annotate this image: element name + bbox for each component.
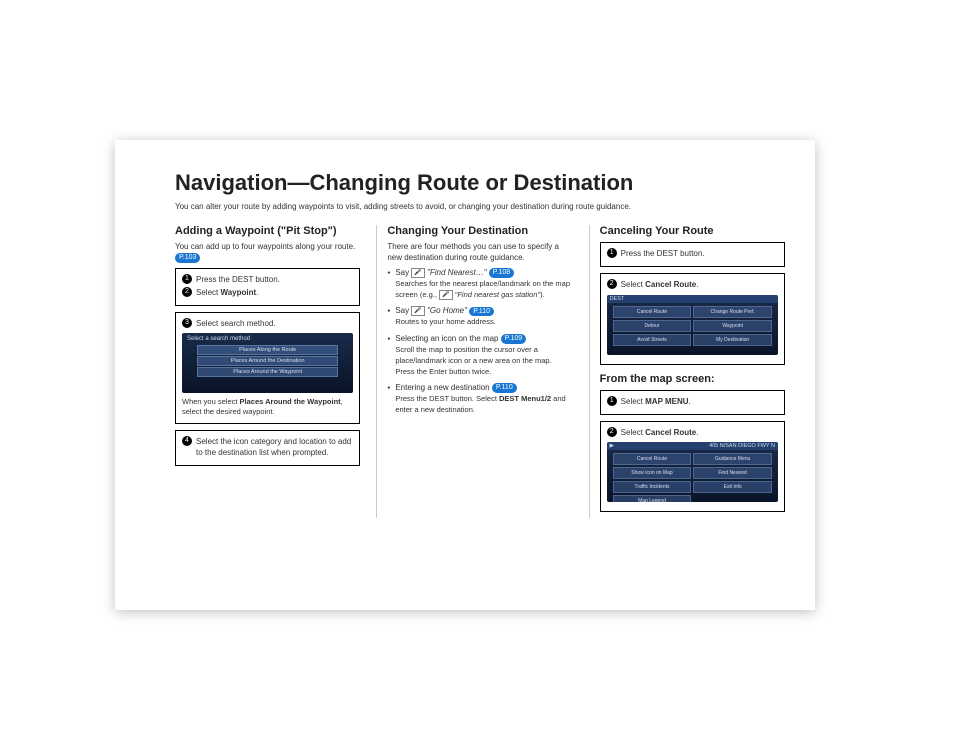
column-destination: Changing Your Destination There are four… (376, 225, 572, 518)
page-content: Navigation—Changing Route or Destination… (115, 140, 815, 610)
list-item: Selecting an icon on the map P.109 Scrol… (387, 334, 572, 377)
voice-icon: 🎤 (439, 290, 452, 300)
heading-cancel: Canceling Your Route (600, 225, 785, 238)
step-number-icon: 4 (182, 436, 192, 446)
step-item: 2 Select Waypoint. (182, 287, 353, 298)
column-cancel: Canceling Your Route 1 Press the DEST bu… (589, 225, 785, 518)
step-text: Select the icon category and location to… (196, 436, 353, 458)
step-text: Press the DEST button. (196, 274, 280, 285)
screenshot-header: DEST (607, 295, 778, 303)
step-number-icon: 1 (607, 248, 617, 258)
screenshot-header: ▶405 N/SAN DIEGO FWY N (607, 442, 778, 450)
step-box: 1 Press the DEST button. 2 Select Waypoi… (175, 268, 360, 306)
screenshot-cell: Traffic Incidents (613, 481, 692, 493)
screenshot-button: Places Around the Waypoint (197, 367, 338, 377)
step-item: 4 Select the icon category and location … (182, 436, 353, 458)
page-title: Navigation—Changing Route or Destination (175, 170, 785, 196)
step-box: 3 Select search method. Select a search … (175, 312, 360, 423)
nav-screenshot: DEST Cancel Route Change Route Pref. Det… (607, 295, 778, 355)
voice-icon: 🎤 (411, 306, 424, 316)
step-item: 3 Select search method. (182, 318, 353, 329)
step-number-icon: 1 (607, 396, 617, 406)
step-number-icon: 2 (607, 279, 617, 289)
step-item: 1 Select MAP MENU. (607, 396, 778, 407)
bullet-list: Say 🎤 "Find Nearest…" P.108 Searches for… (387, 268, 572, 416)
screenshot-button: Places Along the Route (197, 345, 338, 355)
step-text: Select search method. (196, 318, 276, 329)
heading-waypoint: Adding a Waypoint ("Pit Stop") (175, 225, 360, 238)
step-item: 2 Select Cancel Route. (607, 427, 778, 438)
voice-icon: 🎤 (411, 268, 424, 278)
page-ref-pill[interactable]: P.108 (489, 268, 514, 277)
screenshot-cell: Exit Info (693, 481, 772, 493)
page-ref-pill[interactable]: P.110 (492, 383, 517, 392)
intro-text: You can alter your route by adding waypo… (175, 202, 785, 211)
screenshot-cell: Waypoint (693, 320, 772, 332)
step-item: 1 Press the DEST button. (182, 274, 353, 285)
heading-from-map: From the map screen: (600, 373, 785, 386)
page-ref-pill[interactable]: P.110 (469, 307, 494, 316)
step-text: Select Cancel Route. (621, 279, 699, 290)
step-text: Select Cancel Route. (621, 427, 699, 438)
list-item: Entering a new destination P.110 Press t… (387, 383, 572, 415)
nav-screenshot: ▶405 N/SAN DIEGO FWY N Cancel Route Guid… (607, 442, 778, 502)
step-text: Press the DEST button. (621, 248, 705, 259)
screenshot-cell: Map Legend (613, 495, 692, 502)
step-box: 2 Select Cancel Route. ▶405 N/SAN DIEGO … (600, 421, 785, 512)
step-box: 1 Press the DEST button. (600, 242, 785, 267)
list-item: Say 🎤 "Find Nearest…" P.108 Searches for… (387, 268, 572, 301)
screenshot-cell: Change Route Pref. (693, 306, 772, 318)
step-box: 2 Select Cancel Route. DEST Cancel Route… (600, 273, 785, 364)
step-number-icon: 1 (182, 274, 192, 284)
nav-screenshot: Select a search method Places Along the … (182, 333, 353, 393)
screenshot-button: Places Around the Destination (197, 356, 338, 366)
body-text: You can add up to four waypoints along y… (175, 242, 360, 264)
page-ref-pill[interactable]: P.103 (175, 253, 200, 262)
screenshot-cell: Cancel Route (613, 453, 692, 465)
step-number-icon: 2 (182, 287, 192, 297)
step-text: Select Waypoint. (196, 287, 258, 298)
step-item: 2 Select Cancel Route. (607, 279, 778, 290)
screenshot-cell: Cancel Route (613, 306, 692, 318)
screenshot-cell: Detour (613, 320, 692, 332)
step-number-icon: 3 (182, 318, 192, 328)
list-item: Say 🎤 "Go Home" P.110 Routes to your hom… (387, 306, 572, 328)
step-text: Select MAP MENU. (621, 396, 691, 407)
screenshot-cell: Find Nearest (693, 467, 772, 479)
column-waypoint: Adding a Waypoint ("Pit Stop") You can a… (175, 225, 360, 518)
step-box: 4 Select the icon category and location … (175, 430, 360, 466)
screenshot-cell: Show Icon on Map (613, 467, 692, 479)
columns: Adding a Waypoint ("Pit Stop") You can a… (175, 225, 785, 518)
step-number-icon: 2 (607, 427, 617, 437)
screenshot-cell: Guidance Menu (693, 453, 772, 465)
step-item: 1 Press the DEST button. (607, 248, 778, 259)
page-ref-pill[interactable]: P.109 (501, 334, 526, 343)
screenshot-cell: Avoid Streets (613, 334, 692, 346)
screenshot-cell: My Destination (693, 334, 772, 346)
heading-destination: Changing Your Destination (387, 225, 572, 238)
body-text: There are four methods you can use to sp… (387, 242, 572, 264)
step-box: 1 Select MAP MENU. (600, 390, 785, 415)
screenshot-title: Select a search method (182, 333, 353, 345)
note-text: When you select Places Around the Waypoi… (182, 397, 353, 417)
